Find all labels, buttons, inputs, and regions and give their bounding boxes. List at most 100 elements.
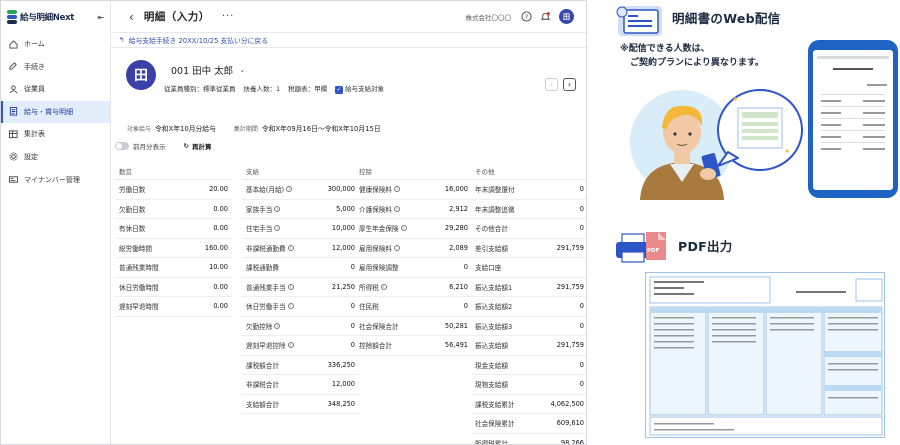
table-row[interactable]: 休日労働手当 i 0 — [242, 297, 359, 317]
table-row[interactable]: 振込支給額2 0 — [471, 297, 586, 317]
table-row[interactable]: 雇用保険調整 0 — [355, 258, 472, 278]
table-row[interactable]: 所得税累計 98,266 — [471, 434, 586, 445]
more-options-icon[interactable]: ··· — [222, 11, 235, 22]
table-row[interactable]: 課税額合計 336,250 — [242, 356, 359, 375]
notification-bell-icon[interactable] — [540, 11, 551, 22]
prev-employee-button[interactable]: ‹ — [545, 78, 558, 91]
table-row[interactable]: 社会保険合計 50,281 — [355, 317, 472, 336]
recalculate-button[interactable]: ↻ 再計算 — [184, 141, 212, 151]
row-value: 29,280 — [444, 224, 468, 233]
sidebar-item-person[interactable]: 従業員 — [1, 78, 110, 100]
info-icon[interactable]: i — [287, 342, 294, 349]
info-icon[interactable]: i — [287, 283, 294, 290]
info-icon[interactable]: i — [380, 283, 387, 290]
table-row[interactable]: 労働日数 20.00 — [115, 180, 232, 200]
sidebar-item-gear[interactable]: 設定 — [1, 146, 110, 168]
logo-mark-icon — [7, 10, 17, 24]
table-row[interactable]: その他合計 0 — [471, 219, 586, 239]
info-icon[interactable]: i — [400, 225, 407, 232]
row-value: 98,266 — [560, 438, 584, 445]
table-row[interactable]: 総労働時間 160.00 — [115, 239, 232, 258]
table-row[interactable]: 非課税通勤費 i 12,000 — [242, 239, 359, 258]
table-row[interactable]: 遅刻早退時間 0.00 — [115, 297, 232, 317]
row-label: 振込支給額 — [475, 340, 508, 350]
info-icon[interactable]: i — [274, 225, 281, 232]
table-row[interactable]: 所得税 i 6,210 — [355, 278, 472, 297]
table-row[interactable]: 課税通勤費 0 — [242, 258, 359, 278]
info-icon[interactable]: i — [287, 244, 294, 251]
info-icon[interactable]: i — [393, 244, 400, 251]
table-row[interactable]: 普通残業時間 10.00 — [115, 258, 232, 278]
row-value: 609,610 — [556, 419, 584, 428]
row-value: 2,912 — [449, 204, 468, 213]
payment-target-checkbox[interactable]: ✓ 給与支給対象 — [335, 83, 384, 94]
table-row[interactable]: 支給口座 — [471, 258, 586, 278]
table-row[interactable]: 健康保険料 i 16,000 — [355, 180, 472, 200]
table-row[interactable]: 社会保険累計 609,610 — [471, 414, 586, 434]
procedure-icon — [9, 62, 17, 70]
sidebar-item-document[interactable]: 給与・賞与明細 — [1, 100, 110, 123]
table-row[interactable]: 欠勤日数 0.00 — [115, 200, 232, 219]
employee-selector[interactable]: 001 田中 太郎 ⌄ — [171, 63, 245, 77]
table-row[interactable]: 課税支給累計 4,062,500 — [471, 395, 586, 414]
back-to-procedure-link[interactable]: ↰ 給与支給手続き 20XX/10/25 支払い分に戻る — [119, 35, 268, 45]
row-label-text: 課税支給累計 — [475, 400, 515, 409]
info-icon[interactable]: i — [287, 303, 294, 310]
sidebar-item-procedure[interactable]: 手続き — [1, 56, 110, 78]
table-row[interactable]: 非課税合計 12,000 — [242, 375, 359, 395]
table-row[interactable]: 現物支給額 0 — [471, 375, 586, 395]
table-row[interactable]: 基本給(月給) i 300,000 — [242, 180, 359, 200]
row-label-text: その他合計 — [475, 225, 508, 234]
table-row[interactable]: 控除額合計 56,491 — [355, 336, 472, 356]
table-row[interactable]: 振込支給額1 291,759 — [471, 278, 586, 297]
row-label-text: 課税通勤費 — [246, 264, 279, 273]
toggle-label: 前月分表示 — [133, 143, 166, 151]
table-row[interactable]: 振込支給額 291,759 — [471, 336, 586, 356]
row-value: 10,000 — [331, 224, 355, 233]
table-row[interactable]: 欠勤控除 i 0 — [242, 317, 359, 336]
sidebar-item-home[interactable]: ホーム — [1, 33, 110, 55]
logo[interactable]: 給与明細Next ⇤ — [1, 1, 110, 33]
row-value: 160.00 — [204, 243, 228, 252]
collapse-sidebar-icon[interactable]: ⇤ — [97, 13, 104, 22]
back-chevron-icon[interactable]: ‹ — [129, 10, 134, 24]
info-icon[interactable]: i — [286, 186, 293, 193]
sidebar-item-table[interactable]: 集計表 — [1, 123, 110, 145]
table-row[interactable]: 家族手当 i 5,000 — [242, 200, 359, 219]
previous-month-toggle[interactable] — [115, 142, 129, 150]
document-icon — [9, 107, 18, 116]
table-row[interactable]: 遅刻早退控除 i 0 — [242, 336, 359, 356]
next-employee-button[interactable]: › — [563, 78, 576, 91]
info-icon[interactable]: i — [393, 186, 400, 193]
row-value: 0.00 — [213, 224, 228, 233]
row-label-text: 住民税 — [359, 303, 379, 312]
table-row[interactable]: 年末調整還付 0 — [471, 180, 586, 200]
table-row[interactable]: 住宅手当 i 10,000 — [242, 219, 359, 239]
row-label-text: 年末調整還付 — [475, 186, 515, 195]
table-row[interactable]: 差引支給額 291,759 — [471, 239, 586, 258]
table-row[interactable]: 介護保険料 i 2,912 — [355, 200, 472, 219]
table-row[interactable]: 休日労働時間 0.00 — [115, 278, 232, 297]
info-icon[interactable]: i — [274, 322, 281, 329]
row-label: 有休日数 — [119, 223, 145, 233]
table-row[interactable]: 住民税 0 — [355, 297, 472, 317]
toolbar-row: 前月分表示 ↻ 再計算 — [115, 141, 211, 151]
table-row[interactable]: 雇用保険料 i 2,089 — [355, 239, 472, 258]
sidebar-item-id-card[interactable]: マイナンバー管理 — [1, 169, 110, 191]
row-label: 支給口座 — [475, 262, 501, 272]
info-icon[interactable]: i — [393, 205, 400, 212]
user-avatar[interactable]: 田 — [559, 9, 574, 24]
table-row[interactable]: 年末調整追徴 0 — [471, 200, 586, 219]
table-row[interactable]: 有休日数 0.00 — [115, 219, 232, 239]
column-header: 支給 — [242, 166, 359, 180]
help-icon[interactable]: ? — [521, 11, 532, 22]
employee-type: 従業員種別：標準従業員 — [164, 85, 236, 94]
row-value: 300,000 — [327, 185, 355, 194]
table-row[interactable]: 厚生年金保険 i 29,280 — [355, 219, 472, 239]
table-row[interactable]: 現金支給額 0 — [471, 356, 586, 375]
table-row[interactable]: 支給額合計 348,250 — [242, 395, 359, 414]
table-row[interactable]: 普通残業手当 i 21,250 — [242, 278, 359, 297]
table-row[interactable]: 振込支給額3 0 — [471, 317, 586, 336]
row-label: 支給額合計 — [246, 399, 279, 409]
info-icon[interactable]: i — [274, 205, 281, 212]
